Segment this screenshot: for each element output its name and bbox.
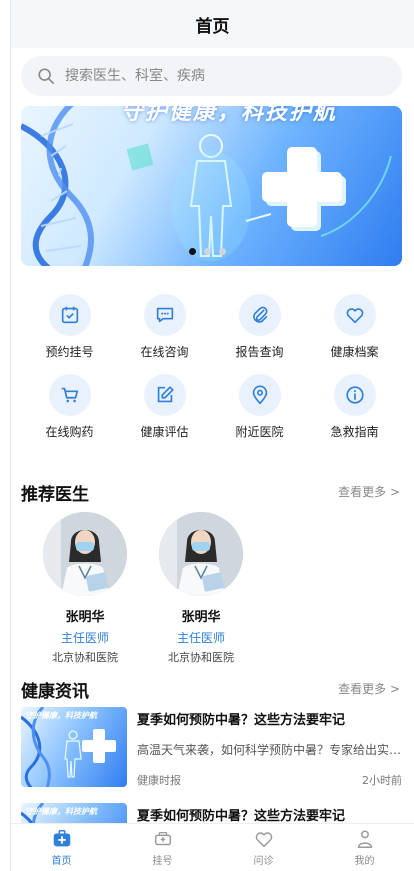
doctor-photo bbox=[43, 512, 127, 596]
heart-icon bbox=[346, 308, 363, 324]
service-label: 在线咨询 bbox=[140, 345, 189, 359]
news-desc: 高温天气来袭，如何科学预防中暑？专家给出实用建议 bbox=[137, 743, 402, 757]
search-icon bbox=[38, 68, 55, 85]
tab-label: 挂号 bbox=[152, 856, 173, 867]
news-thumbnail: 守护健康，科技护航 bbox=[21, 707, 127, 787]
thumb-slogan: 守护健康，科技护航 bbox=[25, 711, 97, 720]
doctor-name: 张明华 bbox=[181, 610, 221, 625]
news-title: 夏季如何预防中暑？这些方法要牢记 bbox=[137, 809, 346, 824]
banner-illustration bbox=[21, 106, 392, 266]
ambulance-icon bbox=[154, 831, 171, 846]
doctors-more-link[interactable]: 查看更多 > bbox=[338, 483, 400, 500]
service-booking[interactable]: 预约挂号 bbox=[22, 294, 117, 360]
chat-icon bbox=[156, 307, 173, 323]
carousel-indicator bbox=[189, 248, 226, 255]
service-report[interactable]: 报告查询 bbox=[212, 294, 307, 360]
search-input[interactable] bbox=[65, 68, 365, 84]
user-icon bbox=[357, 830, 372, 848]
carousel-dot[interactable] bbox=[204, 248, 211, 255]
tab-consult[interactable]: 问诊 bbox=[213, 824, 314, 871]
avatar bbox=[43, 512, 127, 596]
tab-label: 首页 bbox=[51, 856, 72, 867]
service-pharmacy[interactable]: 在线购药 bbox=[22, 374, 117, 440]
news-item[interactable]: 守护健康，科技护航 夏季如何预防中暑？这些方法要牢记 高温天气来袭，如何科学预防… bbox=[21, 707, 402, 787]
service-emergency[interactable]: 急救指南 bbox=[307, 374, 402, 440]
carousel-dot[interactable] bbox=[219, 248, 226, 255]
tab-label: 我的 bbox=[354, 856, 375, 867]
avatar bbox=[159, 512, 243, 596]
calendar-check-icon bbox=[61, 306, 78, 324]
doctor-hospital: 北京协和医院 bbox=[168, 651, 234, 664]
thumb-slogan: 守护健康，科技护航 bbox=[25, 807, 97, 816]
service-record[interactable]: 健康档案 bbox=[307, 294, 402, 360]
carousel-dot[interactable] bbox=[189, 248, 196, 255]
doctors-section-title: 推荐医生 bbox=[21, 485, 89, 505]
doctor-hospital: 北京协和医院 bbox=[52, 651, 118, 664]
service-label: 健康档案 bbox=[330, 345, 379, 359]
tab-label: 问诊 bbox=[253, 856, 274, 867]
news-title: 夏季如何预防中暑？这些方法要牢记 bbox=[137, 713, 346, 728]
service-label: 报告查询 bbox=[235, 345, 284, 359]
page-title: 首页 bbox=[195, 16, 230, 37]
service-label: 附近医院 bbox=[235, 425, 284, 439]
service-nearby[interactable]: 附近医院 bbox=[212, 374, 307, 440]
app-frame: 首页 搜索医生、科室、疾病 守护健康，科技护航 预约挂号 在线咨询 报告查询 健… bbox=[10, 0, 414, 871]
paperclip-icon bbox=[252, 306, 267, 323]
edit-icon bbox=[157, 386, 174, 403]
heart-outline-icon bbox=[255, 832, 272, 848]
banner-slogan: 守护健康，科技护航 bbox=[121, 106, 338, 125]
news-source: 健康时报 bbox=[137, 774, 181, 787]
service-label: 预约挂号 bbox=[45, 345, 94, 359]
service-assessment[interactable]: 健康评估 bbox=[117, 374, 212, 440]
service-consult[interactable]: 在线咨询 bbox=[117, 294, 212, 360]
doctor-card[interactable]: 张明华 主任医师 北京协和医院 bbox=[151, 512, 251, 665]
service-grid: 预约挂号 在线咨询 报告查询 健康档案 在线购药 健康评估 附近医院 急救指南 bbox=[11, 294, 414, 440]
search-bar[interactable] bbox=[21, 56, 402, 96]
doctor-card[interactable]: 张明华 主任医师 北京协和医院 bbox=[35, 512, 135, 665]
service-label: 急救指南 bbox=[330, 425, 379, 439]
banner-carousel[interactable]: 守护健康，科技护航 bbox=[21, 106, 402, 266]
medical-kit-icon bbox=[53, 830, 70, 847]
doctor-photo bbox=[159, 512, 243, 596]
info-icon bbox=[345, 386, 364, 404]
service-label: 健康评估 bbox=[140, 425, 189, 439]
tab-register[interactable]: 挂号 bbox=[112, 824, 213, 871]
news-time: 2小时前 bbox=[362, 774, 402, 787]
news-more-link[interactable]: 查看更多 > bbox=[338, 680, 400, 697]
tab-home[interactable]: 首页 bbox=[11, 824, 112, 871]
bottom-tab-bar: 首页 挂号 问诊 我的 bbox=[11, 823, 414, 871]
tab-profile[interactable]: 我的 bbox=[314, 824, 414, 871]
doctor-name: 张明华 bbox=[65, 610, 105, 625]
service-label: 在线购药 bbox=[45, 425, 94, 439]
location-icon bbox=[252, 385, 267, 405]
cart-icon bbox=[61, 387, 78, 403]
doctor-title: 主任医师 bbox=[60, 631, 109, 645]
doctor-title: 主任医师 bbox=[176, 631, 225, 645]
news-section-title: 健康资讯 bbox=[21, 682, 89, 702]
top-bar: 首页 bbox=[11, 0, 414, 48]
